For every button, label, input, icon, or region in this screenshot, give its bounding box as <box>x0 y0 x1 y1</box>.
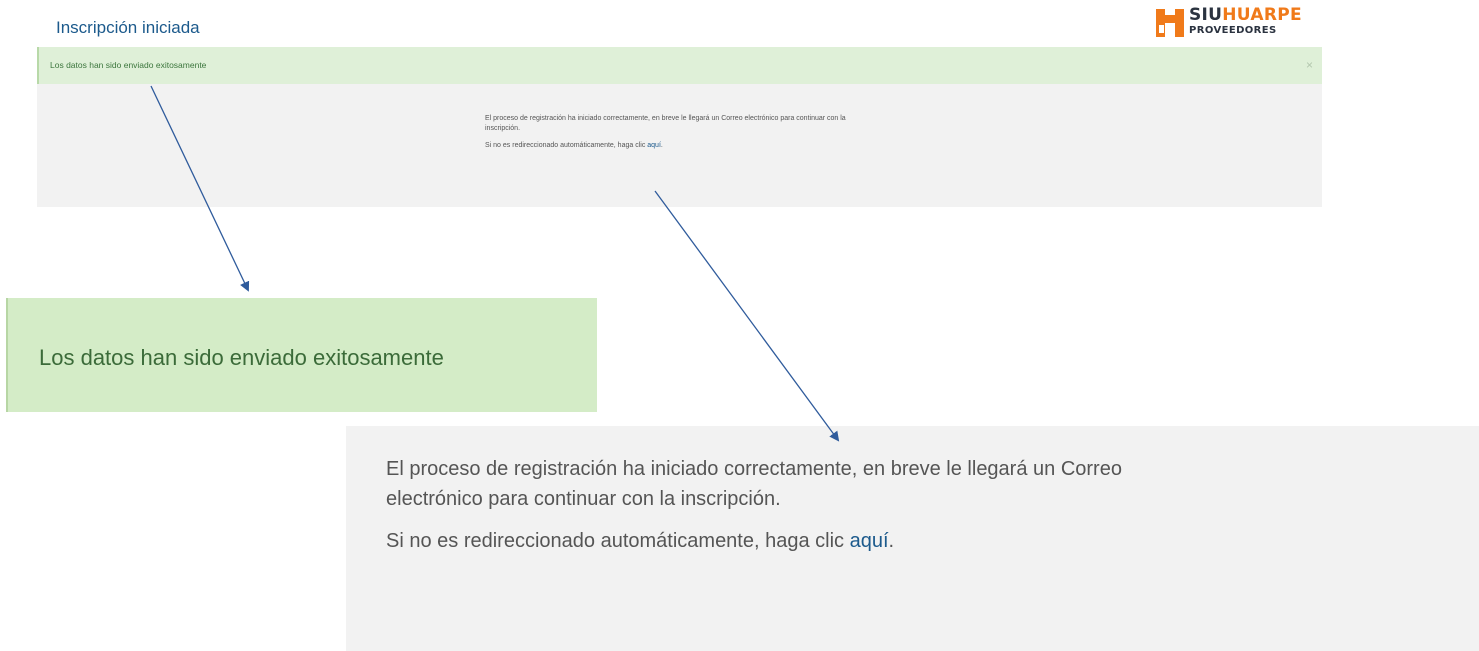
annotation-arrows <box>150 85 840 442</box>
arrow-to-alert-zoom <box>150 85 250 292</box>
arrow-to-panel-zoom <box>654 190 840 442</box>
